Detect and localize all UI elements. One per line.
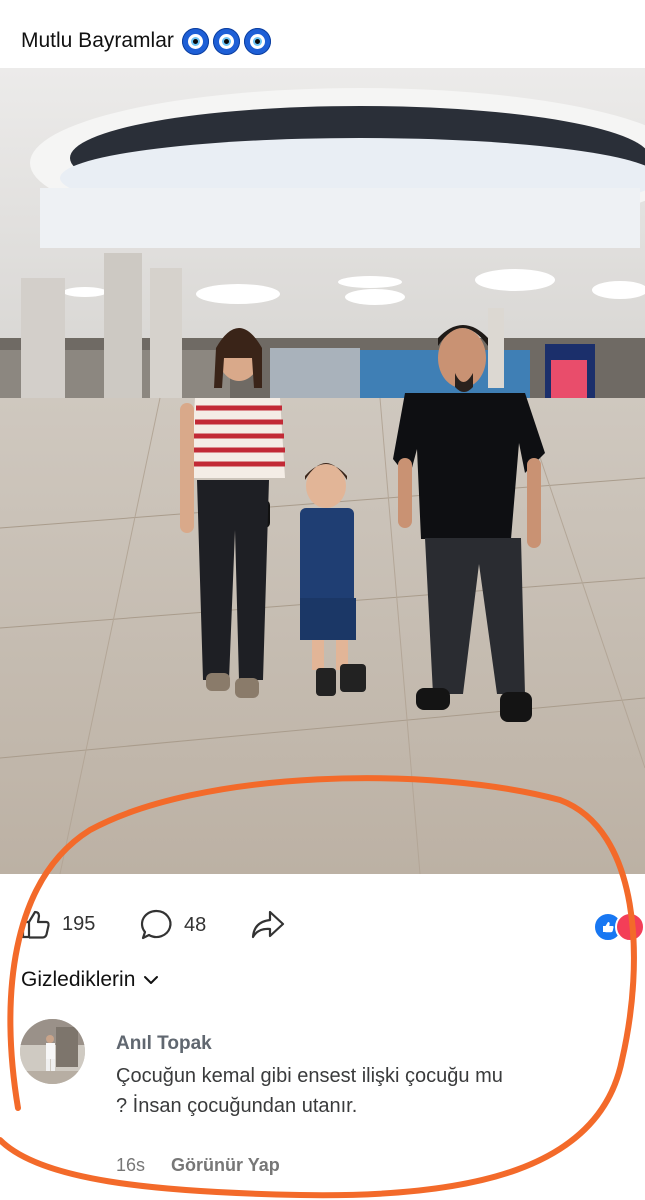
comments-filter-label: Gizlediklerin — [21, 968, 136, 991]
nazar-bead-icon — [243, 27, 271, 55]
post-caption: Mutlu Bayramlar — [21, 24, 271, 58]
comments-filter-dropdown[interactable]: Gizlediklerin — [21, 968, 159, 992]
like-icon — [21, 910, 50, 939]
make-visible-button[interactable]: Görünür Yap — [171, 1155, 280, 1176]
like-count: 195 — [62, 912, 96, 935]
comment-timestamp: 16s — [116, 1155, 146, 1175]
avatar[interactable] — [20, 1019, 85, 1084]
comment-author[interactable]: Anıl Topak — [116, 1033, 212, 1055]
comment-button[interactable]: 48 — [140, 908, 206, 942]
comment-count: 48 — [184, 913, 207, 936]
chevron-down-icon — [144, 976, 159, 984]
like-button[interactable]: 195 — [20, 908, 95, 940]
nazar-bead-icon — [212, 27, 240, 55]
post-photo[interactable] — [0, 68, 645, 874]
comment-bubble-icon — [140, 909, 172, 940]
nazar-bead-icon — [181, 27, 209, 55]
avatar-photo — [20, 1019, 85, 1084]
love-reaction-icon — [615, 912, 645, 942]
reaction-summary[interactable] — [593, 912, 645, 942]
post-caption-text: Mutlu Bayramlar — [21, 29, 174, 52]
share-arrow-icon — [251, 910, 285, 939]
caption-emoji-group — [181, 27, 271, 55]
share-button[interactable] — [250, 908, 286, 940]
comment-text: Çocuğun kemal gibi ensest ilişki çocuğu … — [116, 1065, 503, 1117]
mall-family-photo — [0, 68, 645, 874]
post-action-bar: 195 48 — [0, 900, 645, 948]
comment-meta: 16s Görünür Yap — [116, 1155, 280, 1176]
